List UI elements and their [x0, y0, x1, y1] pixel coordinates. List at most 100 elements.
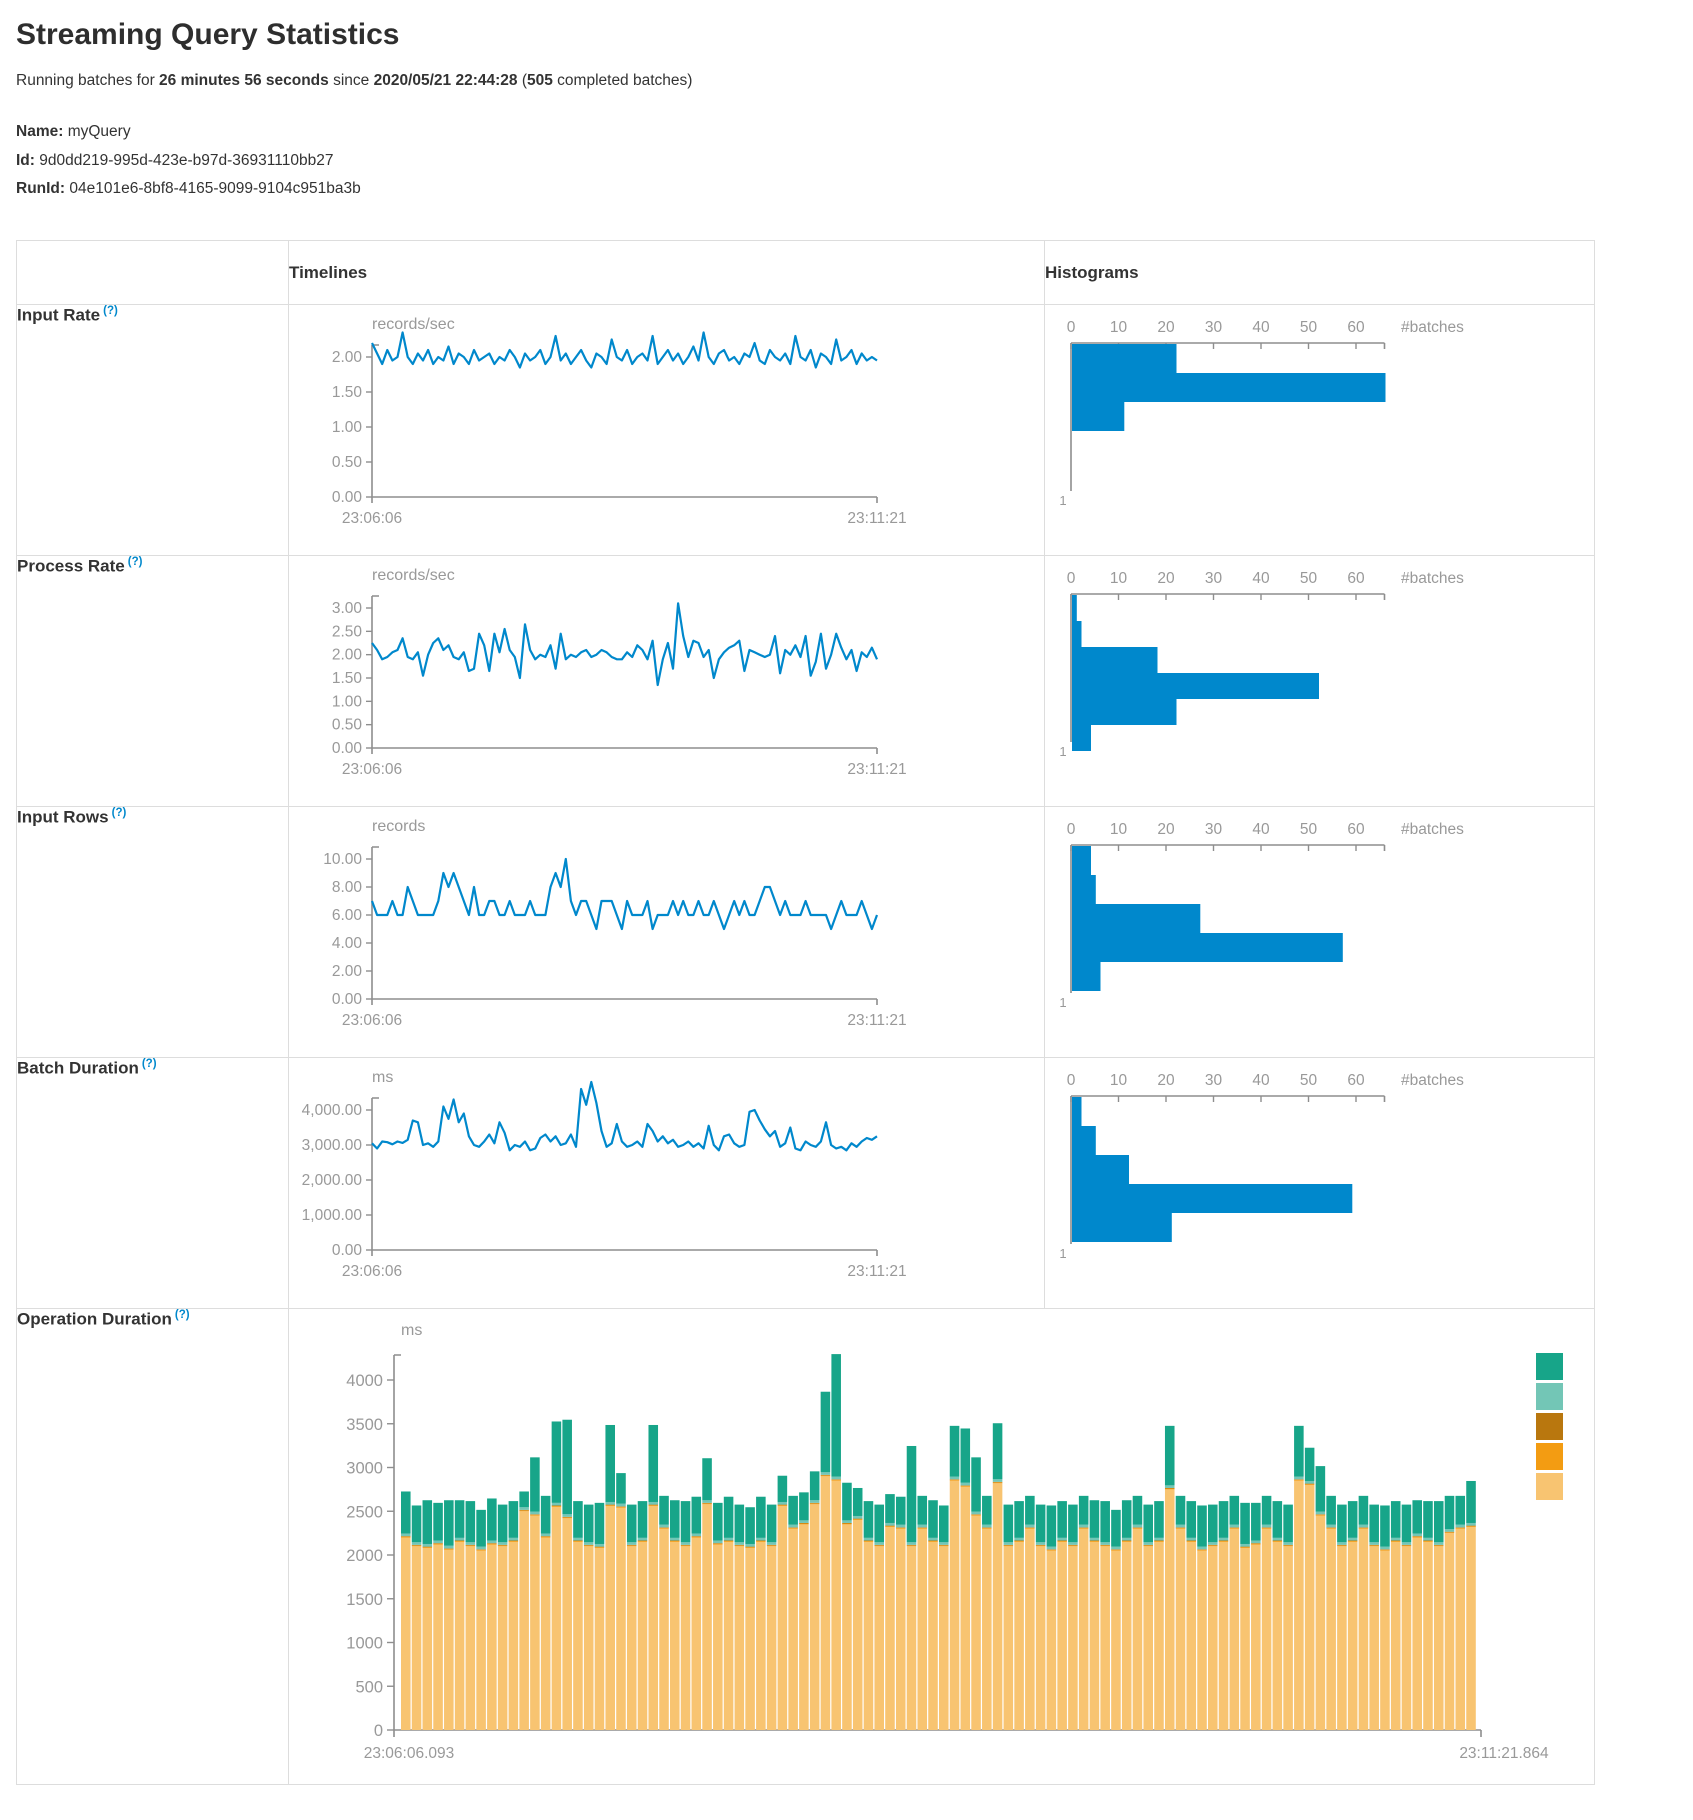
svg-text:23:06:06: 23:06:06 [342, 510, 402, 527]
input-rate-hint-icon[interactable]: (?) [103, 305, 118, 317]
batches-suffix: completed batches) [553, 72, 693, 89]
svg-text:60: 60 [1347, 1072, 1365, 1089]
svg-text:500: 500 [355, 1678, 383, 1696]
svg-text:1,000.00: 1,000.00 [302, 1207, 363, 1224]
svg-text:0.00: 0.00 [332, 489, 363, 506]
input-rows-hint-icon[interactable]: (?) [112, 807, 127, 819]
name-label: Name: [16, 123, 63, 140]
running-duration: 26 minutes 56 seconds [159, 72, 329, 89]
svg-text:3000: 3000 [346, 1460, 383, 1478]
operation-duration-chart: 40003500300025002000150010005000ms23:06:… [289, 1309, 1591, 1784]
svg-text:40: 40 [1252, 1072, 1270, 1089]
process-rate-timeline-cell: 3.002.502.001.501.000.500.00records/sec2… [289, 556, 1045, 807]
svg-text:50: 50 [1300, 821, 1318, 838]
svg-text:#batches: #batches [1401, 319, 1464, 336]
svg-text:20: 20 [1157, 570, 1175, 587]
svg-text:23:11:21: 23:11:21 [847, 761, 906, 778]
svg-text:1500: 1500 [346, 1591, 383, 1609]
input-rate-histogram-cell: 0102030405060#batches1 [1045, 305, 1595, 556]
svg-text:1: 1 [1059, 493, 1066, 508]
svg-text:0.00: 0.00 [332, 1242, 363, 1259]
query-runid-line: RunId: 04e101e6-8bf8-4165-9099-9104c951b… [16, 175, 1693, 204]
operation-duration-hint-icon[interactable]: (?) [175, 1309, 190, 1321]
svg-text:23:11:21: 23:11:21 [847, 1263, 906, 1280]
svg-text:2.00: 2.00 [332, 647, 363, 664]
svg-text:10: 10 [1110, 821, 1128, 838]
process-rate-hint-icon[interactable]: (?) [128, 556, 143, 568]
svg-text:1000: 1000 [346, 1635, 383, 1653]
row-label-operation-duration: Operation Duration(?) [17, 1309, 289, 1785]
table-header-row: Timelines Histograms [17, 241, 1595, 305]
svg-text:6.00: 6.00 [332, 907, 363, 924]
svg-text:0: 0 [1067, 319, 1076, 336]
svg-text:2500: 2500 [346, 1503, 383, 1521]
table-row-input-rows: Input Rows(?) 10.008.006.004.002.000.00r… [17, 807, 1595, 1058]
svg-text:0: 0 [1067, 1072, 1076, 1089]
column-header-histograms: Histograms [1045, 241, 1595, 305]
svg-text:1.00: 1.00 [332, 693, 363, 710]
svg-text:30: 30 [1205, 821, 1223, 838]
svg-text:30: 30 [1205, 1072, 1223, 1089]
svg-text:40: 40 [1252, 319, 1270, 336]
svg-text:0.50: 0.50 [332, 717, 363, 734]
svg-text:records/sec: records/sec [372, 316, 455, 333]
svg-text:2.50: 2.50 [332, 623, 363, 640]
svg-text:23:11:21: 23:11:21 [847, 510, 906, 527]
svg-text:23:11:21.864: 23:11:21.864 [1459, 1745, 1549, 1762]
svg-text:1.50: 1.50 [332, 384, 363, 401]
svg-text:50: 50 [1300, 1072, 1318, 1089]
svg-text:records/sec: records/sec [372, 567, 455, 584]
svg-text:4000: 4000 [346, 1372, 383, 1390]
svg-text:1.00: 1.00 [332, 419, 363, 436]
input-rate-timeline-cell: 2.00 1.50 1.00 0.50 0.00 records/sec 23:06:06 2… [289, 305, 1045, 556]
svg-text:1: 1 [1059, 744, 1066, 759]
query-meta: Name: myQuery Id: 9d0dd219-995d-423e-b97… [16, 118, 1693, 204]
svg-text:0.00: 0.00 [332, 740, 363, 757]
table-row-input-rate: Input Rate(?) 2.001.501.000.500.00record… [17, 305, 1595, 556]
svg-text:3,000.00: 3,000.00 [302, 1137, 363, 1154]
svg-text:2.00: 2.00 [332, 963, 363, 980]
legend-swatch-1 [1536, 1353, 1563, 1380]
batch-duration-timeline-chart: 4,000.003,000.002,000.001,000.000.00ms23… [289, 1058, 1042, 1308]
statistics-table: Timelines Histograms Input Rate(?) 2.001… [16, 240, 1595, 1785]
input-rate-timeline-chart: 2.00 1.50 1.00 0.50 0.00 records/sec 23:06:06 2… [289, 305, 1042, 555]
input-rate-histogram-chart: 0102030405060#batches1 [1045, 305, 1592, 555]
batch-duration-hint-icon[interactable]: (?) [142, 1058, 157, 1070]
batch-duration-histogram-cell: 0102030405060#batches1 [1045, 1058, 1595, 1309]
batch-duration-label: Batch Duration [17, 1059, 139, 1078]
input-rows-label: Input Rows [17, 808, 109, 827]
operation-duration-label: Operation Duration [17, 1310, 172, 1329]
svg-text:3500: 3500 [346, 1416, 383, 1434]
svg-text:23:11:21: 23:11:21 [847, 1012, 906, 1029]
svg-text:ms: ms [401, 1322, 422, 1339]
operation-duration-legend [1536, 1353, 1563, 1500]
table-row-process-rate: Process Rate(?) 3.002.502.001.501.000.50… [17, 556, 1595, 807]
svg-text:8.00: 8.00 [332, 879, 363, 896]
name-value: myQuery [63, 123, 130, 140]
legend-swatch-3 [1536, 1413, 1563, 1440]
svg-text:2000: 2000 [346, 1547, 383, 1565]
svg-text:30: 30 [1205, 319, 1223, 336]
batch-duration-histogram-chart: 0102030405060#batches1 [1045, 1058, 1592, 1308]
svg-text:0.50: 0.50 [332, 454, 363, 471]
svg-text:10: 10 [1110, 319, 1128, 336]
svg-text:4,000.00: 4,000.00 [302, 1102, 363, 1119]
column-header-timelines: Timelines [289, 241, 1045, 305]
svg-text:23:06:06.093: 23:06:06.093 [364, 1745, 455, 1762]
legend-swatch-5 [1536, 1473, 1563, 1500]
query-name-line: Name: myQuery [16, 118, 1693, 147]
svg-text:0: 0 [1067, 570, 1076, 587]
svg-text:60: 60 [1347, 821, 1365, 838]
running-prefix: Running batches for [16, 72, 159, 89]
svg-text:0.00: 0.00 [332, 991, 363, 1008]
svg-text:2.00: 2.00 [332, 349, 363, 366]
svg-text:50: 50 [1300, 570, 1318, 587]
process-rate-histogram-cell: 0102030405060#batches1 [1045, 556, 1595, 807]
since-word: since [329, 72, 374, 89]
svg-text:40: 40 [1252, 821, 1270, 838]
header-spacer-cell [17, 241, 289, 305]
legend-swatch-4 [1536, 1443, 1563, 1470]
table-row-operation-duration: Operation Duration(?) 4000 3500 3000 2500 20… [17, 1309, 1595, 1785]
start-time: 2020/05/21 22:44:28 [374, 72, 518, 89]
svg-text:23:06:06: 23:06:06 [342, 1012, 402, 1029]
